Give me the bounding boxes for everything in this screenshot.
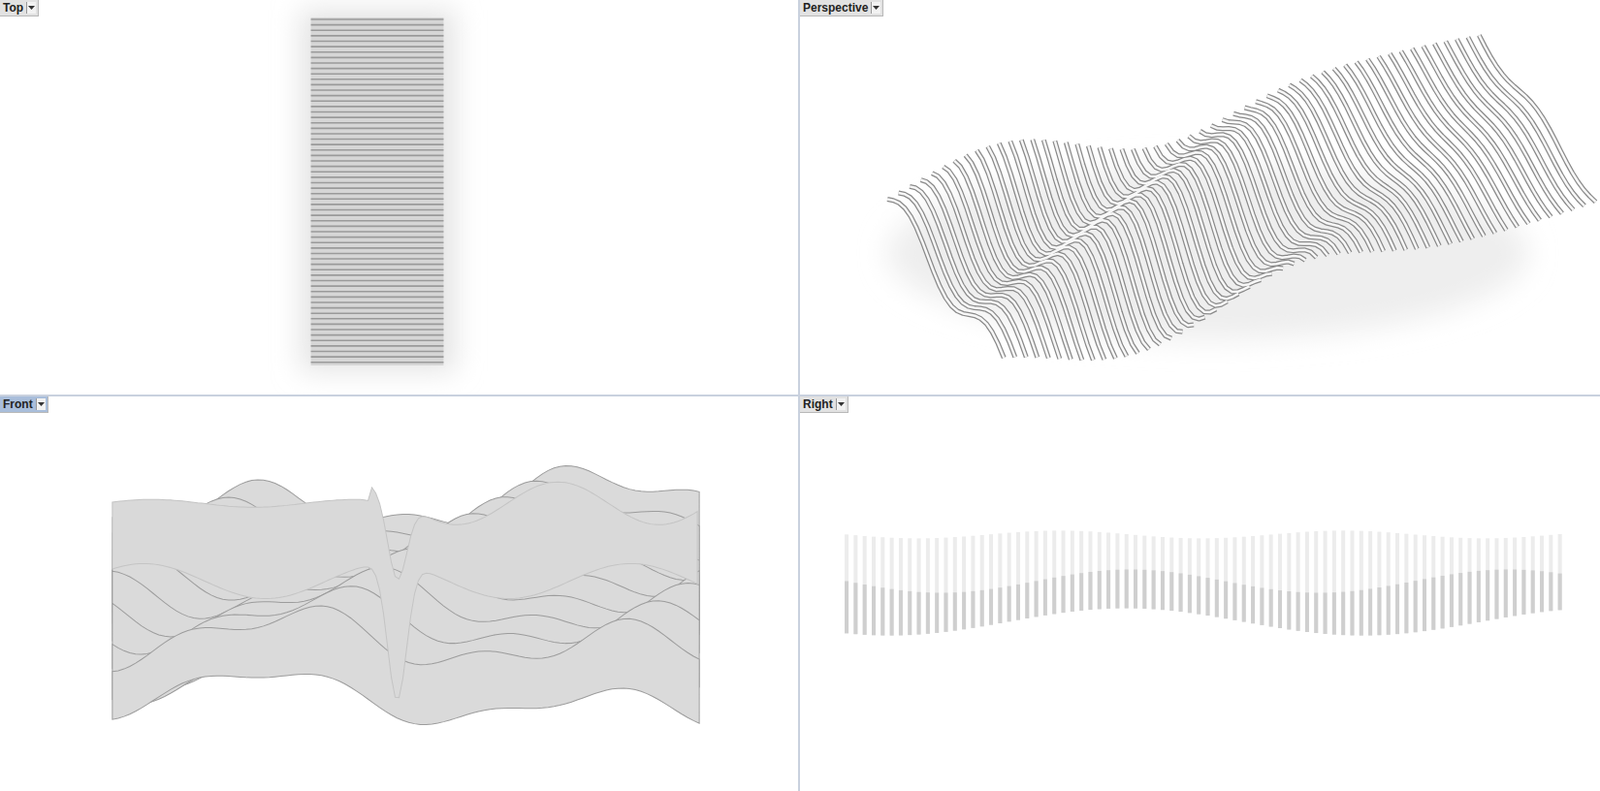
viewport-title[interactable]: Front <box>2 397 33 412</box>
perspective-model <box>887 34 1596 360</box>
dropdown-arrow-icon[interactable] <box>26 1 36 14</box>
viewport[interactable]: Top <box>0 0 799 395</box>
viewport-canvas[interactable] <box>800 0 1600 395</box>
viewport-canvas[interactable] <box>0 396 799 791</box>
dropdown-arrow-icon[interactable] <box>870 1 881 14</box>
viewport-label[interactable]: Right <box>800 396 849 414</box>
viewport[interactable]: Right <box>800 396 1600 791</box>
right-model <box>844 530 1563 636</box>
viewport-title[interactable]: Perspective <box>802 0 868 15</box>
viewport-canvas[interactable] <box>0 0 799 395</box>
viewport-title[interactable]: Top <box>2 0 24 15</box>
viewport-grid: Top Perspective Front Right <box>0 0 1600 791</box>
viewport-title[interactable]: Right <box>802 397 833 412</box>
viewport-label[interactable]: Front <box>0 396 49 414</box>
dropdown-arrow-icon[interactable] <box>35 398 46 411</box>
front-model <box>112 465 700 725</box>
viewport[interactable]: Front <box>0 396 799 791</box>
viewport[interactable]: Perspective <box>800 0 1600 395</box>
viewport-label[interactable]: Top <box>0 0 39 17</box>
viewport-label[interactable]: Perspective <box>800 0 884 17</box>
viewport-canvas[interactable] <box>800 396 1600 791</box>
dropdown-arrow-icon[interactable] <box>835 398 846 411</box>
top-model <box>300 9 456 372</box>
